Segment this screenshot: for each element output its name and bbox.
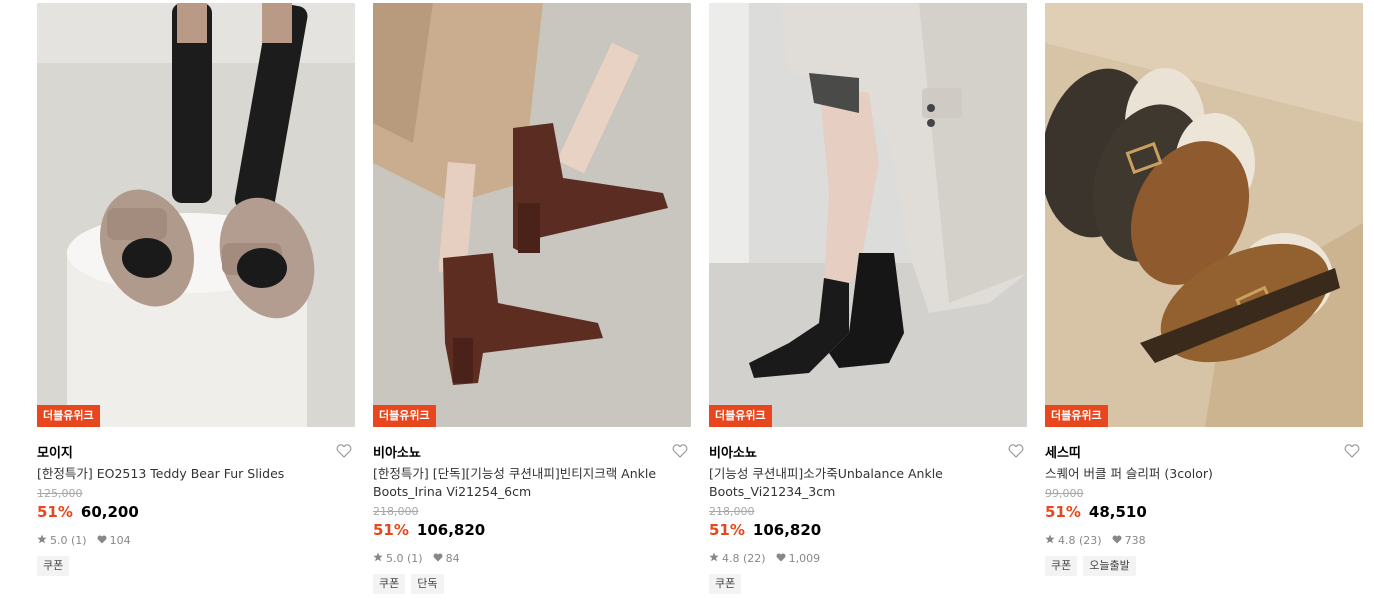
sale-price: 60,200 (80, 503, 139, 521)
product-meta: 비아소뇨 [한정특가] [단독][기능성 쿠션내피]빈티지크랙 Ankle Bo… (373, 427, 691, 594)
rating: 5.0 (1) (386, 551, 423, 565)
product-card[interactable]: 더블유위크 세스띠 스퀘어 버클 퍼 슬리퍼 (3color) 99,000 5… (1045, 3, 1363, 594)
star-icon (373, 552, 383, 565)
brand-name[interactable]: 비아소뇨 (709, 442, 757, 461)
tag-coupon: 쿠폰 (37, 556, 70, 576)
heart-icon[interactable] (1007, 442, 1025, 460)
like-count: 1,009 (788, 551, 821, 565)
star-icon (1045, 534, 1055, 547)
tag-exclusive: 단독 (411, 574, 444, 594)
product-title[interactable]: [한정특가] EO2513 Teddy Bear Fur Slides (37, 465, 337, 483)
discount-rate: 51% (37, 503, 73, 521)
promo-badge: 더블유위크 (37, 405, 100, 427)
original-price: 125,000 (37, 487, 83, 500)
sale-price: 106,820 (416, 521, 486, 539)
product-meta: 모이지 [한정특가] EO2513 Teddy Bear Fur Slides … (37, 427, 355, 576)
star-icon (709, 552, 719, 565)
promo-badge: 더블유위크 (709, 405, 772, 427)
product-card[interactable]: 더블유위크 비아소뇨 [기능성 쿠션내피]소가죽Unbalance Ankle … (709, 3, 1027, 594)
product-image[interactable]: 더블유위크 (37, 3, 355, 427)
tag-coupon: 쿠폰 (709, 574, 742, 594)
original-price: 218,000 (709, 505, 755, 518)
sale-price: 48,510 (1088, 503, 1147, 521)
like-count: 104 (109, 533, 131, 547)
discount-rate: 51% (709, 521, 745, 539)
product-image[interactable]: 더블유위크 (373, 3, 691, 427)
product-title[interactable]: [한정특가] [단독][기능성 쿠션내피]빈티지크랙 Ankle Boots_I… (373, 465, 673, 501)
product-image[interactable]: 더블유위크 (709, 3, 1027, 427)
like-count: 84 (445, 551, 460, 565)
rating: 5.0 (1) (50, 533, 87, 547)
tag-coupon: 쿠폰 (1045, 556, 1078, 576)
heart-small-icon (1112, 534, 1122, 547)
brand-name[interactable]: 비아소뇨 (373, 442, 421, 461)
promo-badge: 더블유위크 (373, 405, 436, 427)
brand-name[interactable]: 세스띠 (1045, 442, 1081, 461)
product-card[interactable]: 더블유위크 모이지 [한정특가] EO2513 Teddy Bear Fur S… (37, 3, 355, 594)
product-meta: 비아소뇨 [기능성 쿠션내피]소가죽Unbalance Ankle Boots_… (709, 427, 1027, 594)
heart-icon[interactable] (335, 442, 353, 460)
discount-rate: 51% (373, 521, 409, 539)
heart-icon[interactable] (671, 442, 689, 460)
heart-small-icon (776, 552, 786, 565)
heart-small-icon (97, 534, 107, 547)
original-price: 218,000 (373, 505, 419, 518)
discount-rate: 51% (1045, 503, 1081, 521)
product-title[interactable]: 스퀘어 버클 퍼 슬리퍼 (3color) (1045, 465, 1345, 483)
product-image[interactable]: 더블유위크 (1045, 3, 1363, 427)
product-grid: 더블유위크 모이지 [한정특가] EO2513 Teddy Bear Fur S… (37, 3, 1363, 594)
star-icon (37, 534, 47, 547)
heart-icon[interactable] (1343, 442, 1361, 460)
like-count: 738 (1124, 533, 1146, 547)
sale-price: 106,820 (752, 521, 822, 539)
product-card[interactable]: 더블유위크 비아소뇨 [한정특가] [단독][기능성 쿠션내피]빈티지크랙 An… (373, 3, 691, 594)
rating: 4.8 (23) (1058, 533, 1102, 547)
heart-small-icon (433, 552, 443, 565)
promo-badge: 더블유위크 (1045, 405, 1108, 427)
rating: 4.8 (22) (722, 551, 766, 565)
product-title[interactable]: [기능성 쿠션내피]소가죽Unbalance Ankle Boots_Vi212… (709, 465, 1009, 501)
tag-coupon: 쿠폰 (373, 574, 406, 594)
tag-same-day-shipping: 오늘출발 (1083, 556, 1136, 576)
original-price: 99,000 (1045, 487, 1084, 500)
product-meta: 세스띠 스퀘어 버클 퍼 슬리퍼 (3color) 99,000 51% 48,… (1045, 427, 1363, 576)
brand-name[interactable]: 모이지 (37, 442, 73, 461)
